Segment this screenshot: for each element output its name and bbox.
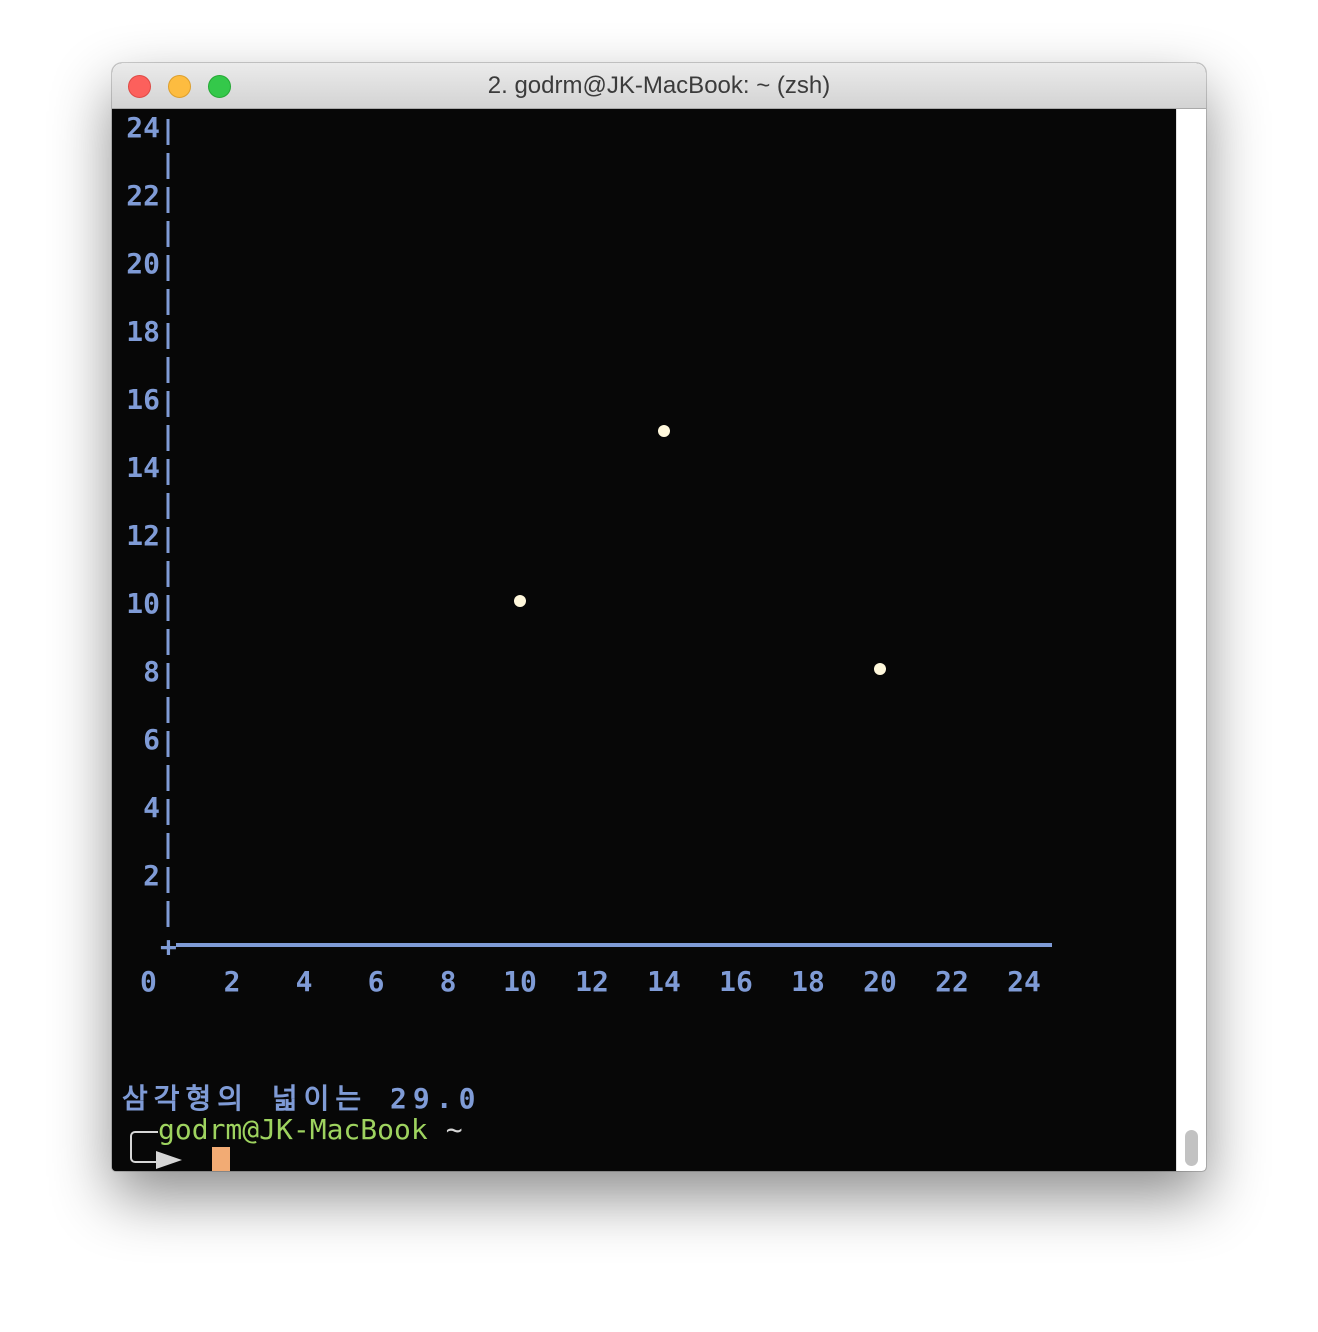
data-point	[874, 663, 886, 675]
terminal-content[interactable]: +2 4 6 8 10 12 14 16 18 20 22 24 0 2 4 6 8 10 12 14 16 18 20 22…	[112, 109, 1176, 1171]
x-tick-label: 24	[1007, 965, 1041, 998]
x-tick-label: 18	[791, 965, 825, 998]
x-tick-label: 0	[140, 965, 157, 998]
y-tick-label: 18	[126, 315, 160, 348]
y-tick-label: 22	[126, 179, 160, 212]
text-cursor	[212, 1147, 230, 1171]
x-tick-label: 14	[647, 965, 681, 998]
x-tick-label: 8	[440, 965, 457, 998]
title-bar[interactable]: 2. godrm@JK-MacBook: ~ (zsh)	[112, 63, 1206, 109]
y-tick-label: 20	[126, 247, 160, 280]
data-point	[514, 595, 526, 607]
y-tick-label: 14	[126, 451, 160, 484]
x-tick-label: 22	[935, 965, 969, 998]
x-tick-label: 12	[575, 965, 609, 998]
y-tick-label: 16	[126, 383, 160, 416]
terminal-window: 2. godrm@JK-MacBook: ~ (zsh) +2 4 6 8 10 12 14…	[112, 63, 1206, 1171]
y-tick-label: 8	[143, 655, 160, 688]
y-tick-label: 4	[143, 791, 160, 824]
x-tick-label: 4	[296, 965, 313, 998]
window-title: 2. godrm@JK-MacBook: ~ (zsh)	[487, 72, 831, 99]
axis-origin-marker: +	[160, 930, 177, 963]
x-tick-label: 10	[503, 965, 537, 998]
prompt-user-host: godrm@JK-MacBook	[158, 1113, 428, 1146]
y-tick-label: 24	[126, 111, 160, 144]
x-tick-label: 6	[368, 965, 385, 998]
y-tick-label: 10	[126, 587, 160, 620]
shell-prompt: godrm@JK-MacBook ~	[158, 1113, 463, 1146]
prompt-arrow-icon	[156, 1151, 182, 1169]
prompt-path: ~	[445, 1113, 463, 1146]
scatter-plot: +246810121416182022240 2 4 6 8 10 12 14 16 18 20 22…	[126, 111, 1052, 998]
y-tick-label: 6	[143, 723, 160, 756]
scrollbar-thumb[interactable]	[1185, 1130, 1198, 1166]
y-tick-label: 2	[143, 859, 160, 892]
prompt-corner-glyph	[130, 1131, 158, 1163]
x-tick-label: 20	[863, 965, 897, 998]
result-output: 삼각형의 넓이는 29.0	[122, 1082, 482, 1115]
y-tick-label: 12	[126, 519, 160, 552]
data-point	[658, 425, 670, 437]
scrollbar-track[interactable]	[1176, 109, 1206, 1171]
x-tick-label: 2	[224, 965, 241, 998]
x-tick-label: 16	[719, 965, 753, 998]
